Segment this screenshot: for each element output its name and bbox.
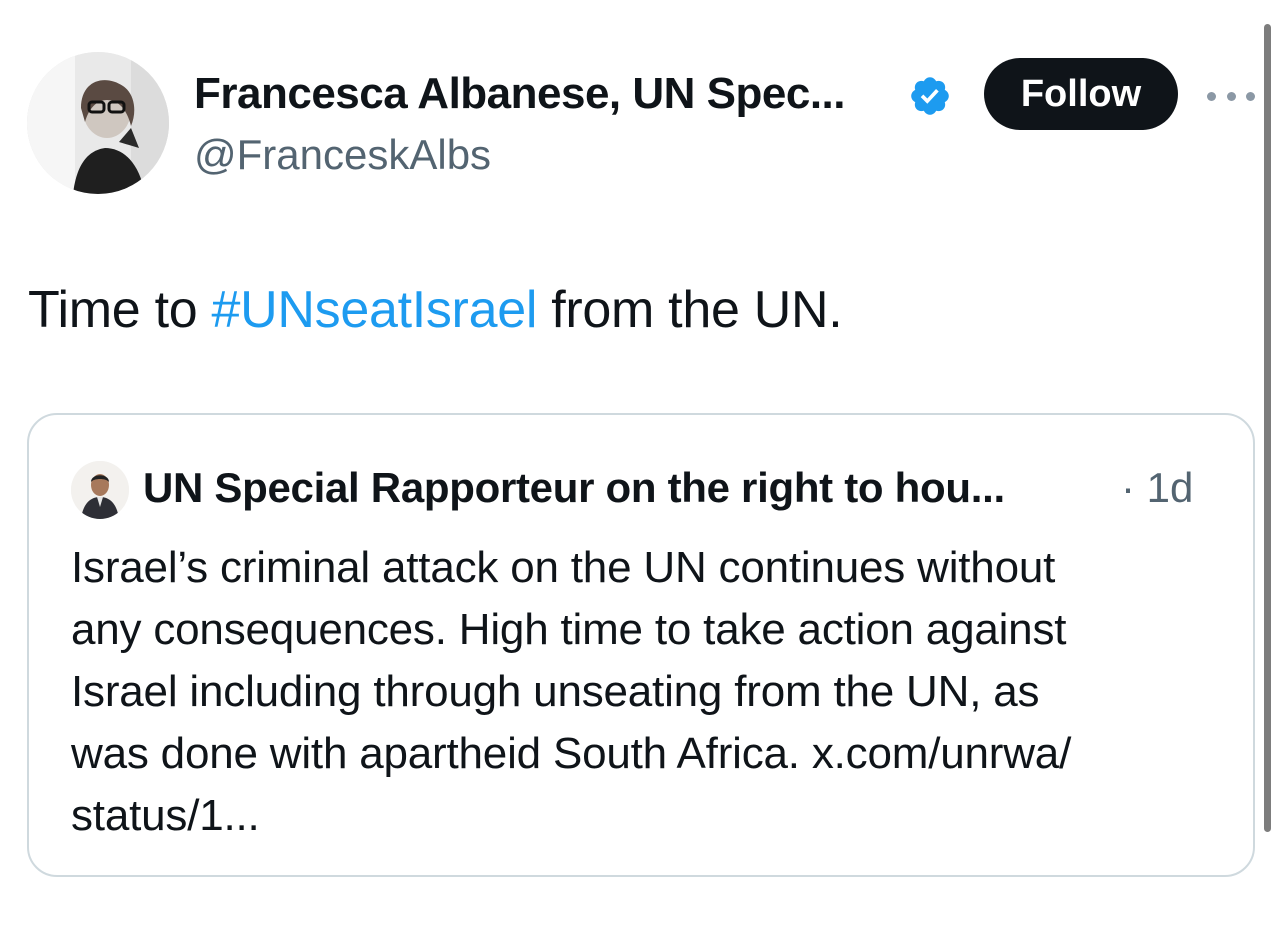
quoted-avatar-photo <box>71 461 129 519</box>
quoted-author-avatar[interactable] <box>71 461 129 519</box>
quoted-text-line: Israel including through unseating from … <box>71 667 1040 716</box>
quoted-tweet-card[interactable]: UN Special Rapporteur on the right to ho… <box>27 413 1255 877</box>
quoted-timestamp[interactable]: · 1d <box>1121 463 1193 513</box>
more-horizontal-icon[interactable] <box>1207 84 1255 108</box>
tweet-text-after: from the UN. <box>537 281 843 339</box>
more-dot <box>1226 91 1236 101</box>
more-dot <box>1207 91 1216 101</box>
quoted-text-line: any consequences. High time to take acti… <box>71 605 1067 654</box>
more-dot <box>1246 91 1255 101</box>
quoted-text-line: status/1... <box>71 791 260 840</box>
author-avatar[interactable] <box>27 52 169 194</box>
tweet-text-before: Time to <box>28 281 212 339</box>
author-handle[interactable]: @FranceskAlbs <box>194 130 491 180</box>
scrollbar[interactable] <box>1264 24 1271 832</box>
follow-button[interactable]: Follow <box>984 58 1178 130</box>
avatar-photo <box>27 52 169 194</box>
author-name[interactable]: Francesca Albanese, UN Spec... <box>194 68 846 120</box>
quoted-text-line: Israel’s criminal attack on the UN conti… <box>71 543 1056 592</box>
quoted-text-line: was done with apartheid South Africa. x.… <box>71 729 1072 778</box>
tweet-text: Time to #UNseatIsrael from the UN. <box>28 280 843 340</box>
quoted-author-name[interactable]: UN Special Rapporteur on the right to ho… <box>143 463 1005 513</box>
hashtag-link[interactable]: #UNseatIsrael <box>212 281 538 339</box>
quoted-tweet-text: Israel’s criminal attack on the UN conti… <box>71 537 1221 847</box>
verified-badge-icon <box>908 74 952 118</box>
